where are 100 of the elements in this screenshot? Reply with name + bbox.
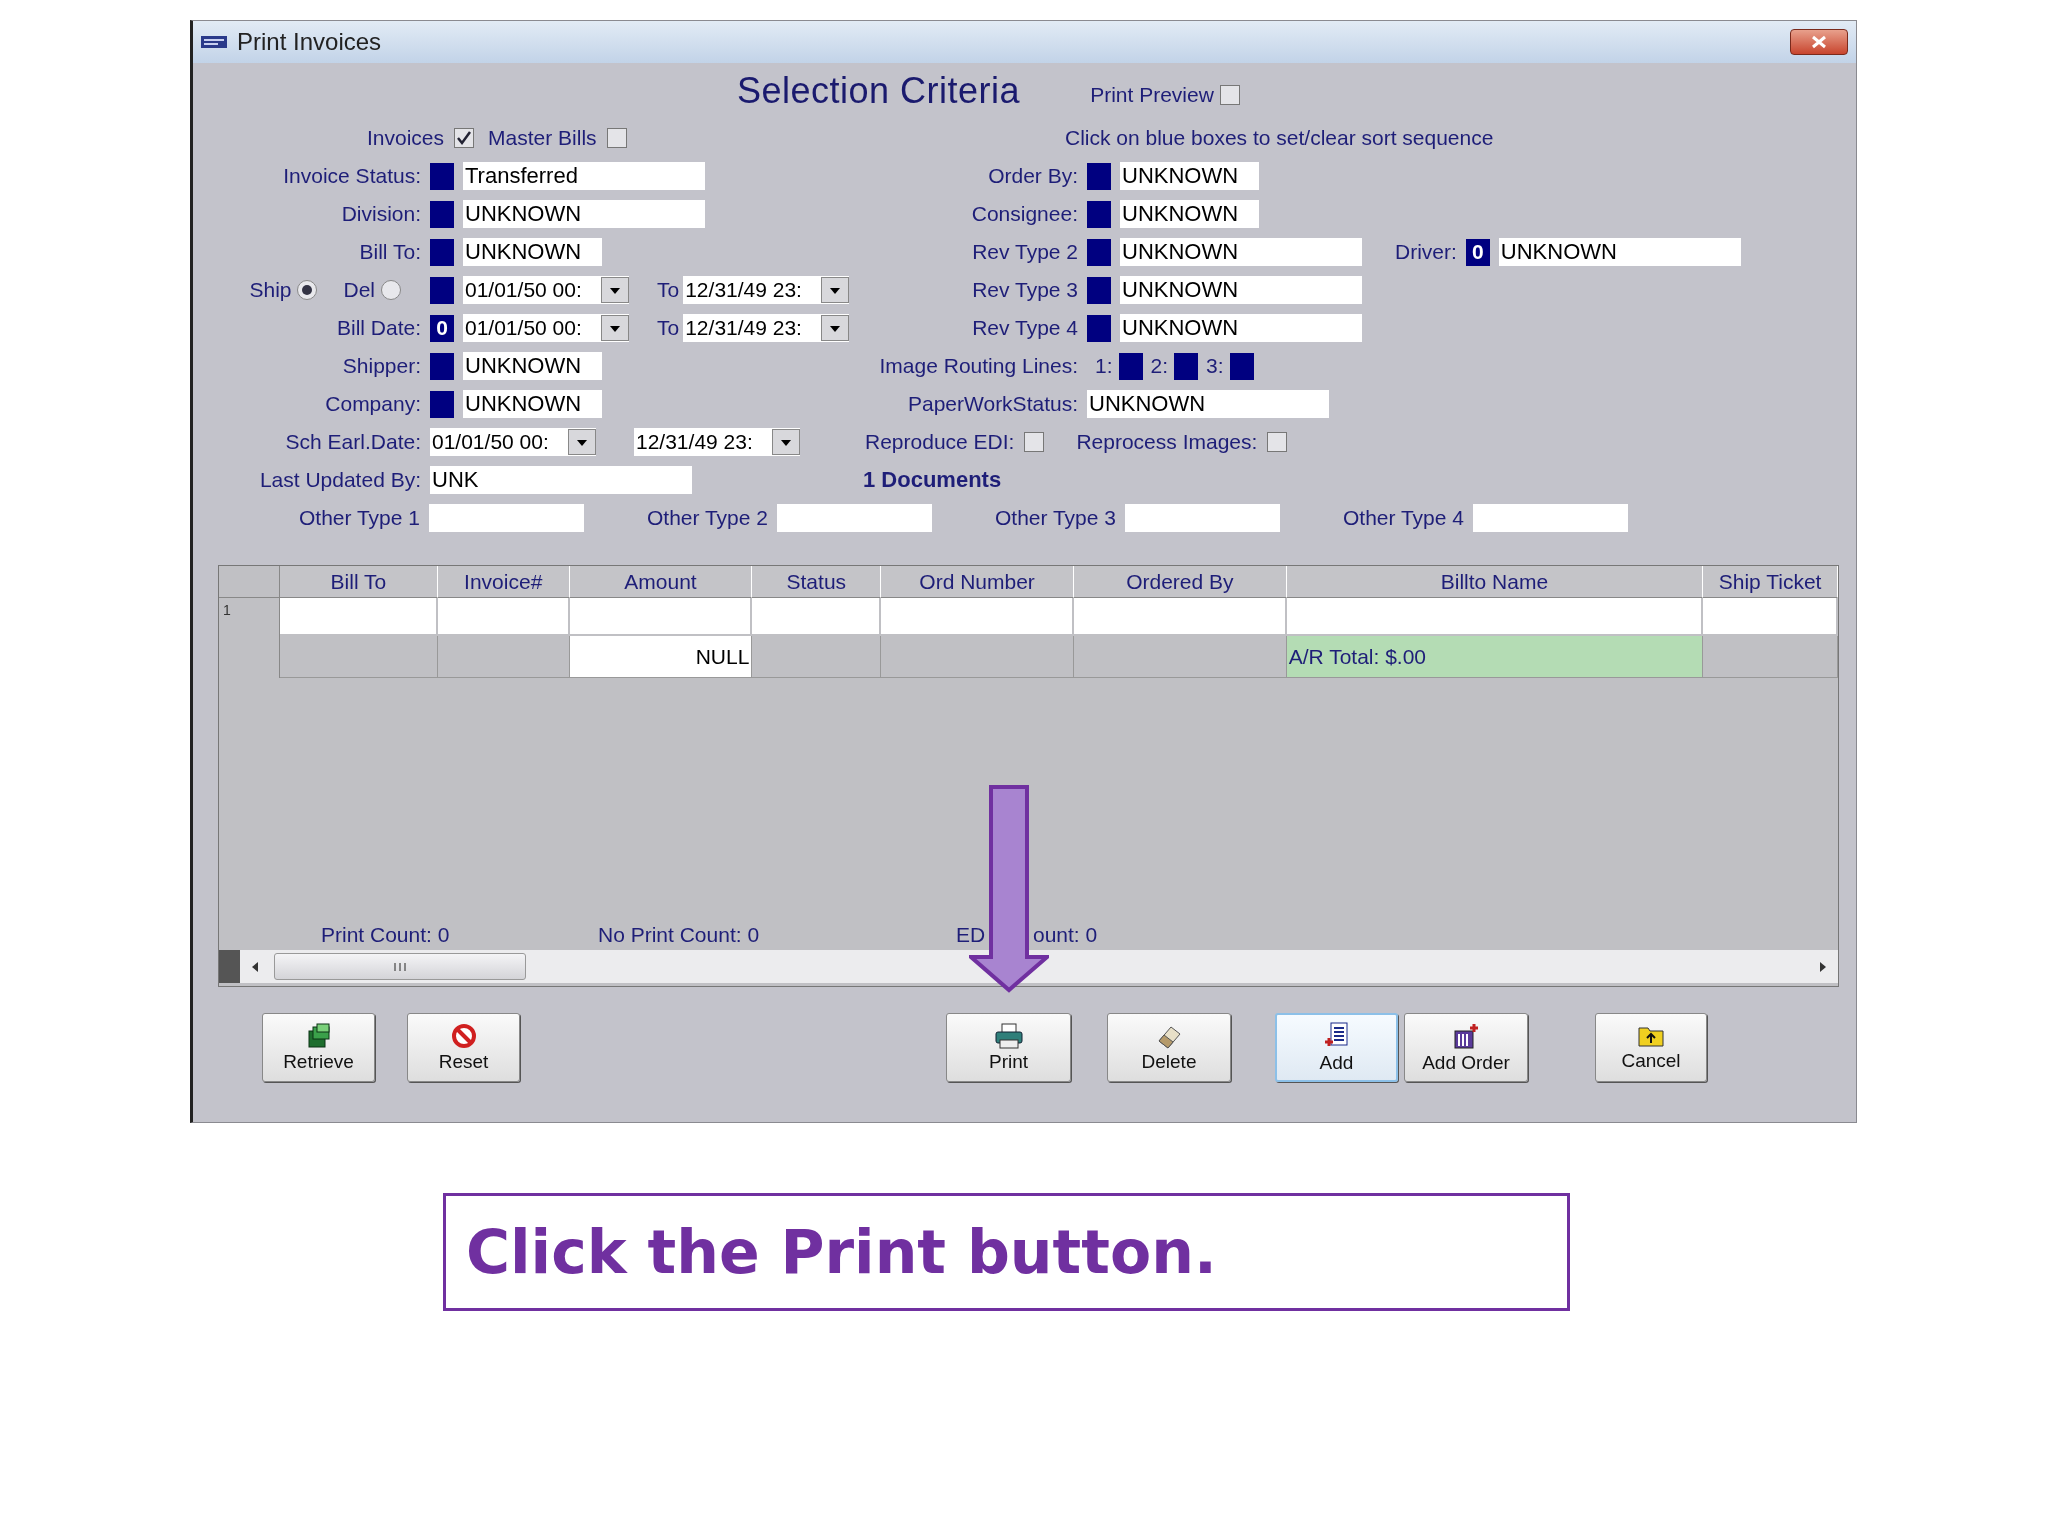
text-field[interactable]: UNKNOWN [1120,238,1362,266]
count-label: ount: 0 [1033,923,1099,947]
column-header[interactable]: Bill To [280,566,438,598]
column-header[interactable]: Ord Number [881,566,1074,598]
checkbox[interactable] [606,128,627,148]
date-field[interactable]: 01/01/50 00: [463,314,629,342]
radio-label: Ship [249,278,292,302]
reset-button[interactable]: Reset [407,1013,520,1082]
dropdown-button[interactable] [568,429,596,455]
dropdown-button[interactable] [601,315,629,341]
document-count: 1 Documents [863,467,1002,493]
checkbox[interactable] [1024,432,1045,452]
field-label: Company: [325,392,421,416]
radio-button[interactable] [297,280,318,300]
checkbox-label: Print Preview [1090,83,1214,107]
field-label: Other Type 3 [994,506,1116,530]
print-button[interactable]: Print [946,1013,1071,1082]
text-field[interactable] [1473,504,1628,532]
text-field[interactable]: UNKNOWN [1120,276,1362,304]
date-field[interactable]: 12/31/49 23: [683,314,850,342]
add-button[interactable]: Add [1275,1013,1398,1082]
caret-icon [608,323,622,333]
sort-box[interactable] [430,200,454,228]
sort-box[interactable] [430,276,454,304]
text-field[interactable]: UNKNOWN [1120,200,1259,228]
date-field[interactable]: 01/01/50 00: [463,276,629,304]
text-field[interactable]: UNKNOWN [1120,314,1362,342]
field-label: Division: [341,202,421,226]
hint-text: Click on blue boxes to set/clear sort sequence [1065,126,1494,150]
text-field[interactable]: UNKNOWN [1087,390,1329,418]
sort-box[interactable] [1087,276,1111,304]
field-label: Bill Date: [336,316,421,340]
column-header[interactable]: Status [752,566,882,598]
text-field[interactable]: Transferred [463,162,705,190]
date-field[interactable]: 01/01/50 00: [430,428,596,456]
scroll-thumb[interactable] [274,953,526,980]
column-header[interactable]: Ship Ticket [1703,566,1838,598]
checkbox[interactable] [1219,85,1240,105]
horizontal-scrollbar[interactable] [219,950,1838,983]
delete-button[interactable]: Delete [1107,1013,1231,1082]
sort-box[interactable] [430,162,454,190]
field-label: Invoice Status: [283,164,421,188]
dropdown-button[interactable] [821,277,850,303]
window-title: Print Invoices [237,28,382,56]
column-header[interactable]: Billto Name [1286,566,1704,598]
sort-box[interactable] [1087,162,1111,190]
field-label: Other Type 4 [1342,506,1464,530]
column-header[interactable]: Amount [569,566,753,598]
checkbox-label: Reprocess Images: [1076,430,1258,454]
text-field[interactable]: UNKNOWN [1120,162,1259,190]
no-entry-icon [450,1022,477,1049]
section-heading: Selection Criteria [737,70,1021,112]
text-field[interactable]: UNKNOWN [463,200,705,228]
table-cell: NULL [569,636,753,678]
text-field[interactable]: UNKNOWN [463,352,602,380]
text-field[interactable]: UNKNOWN [1498,238,1741,266]
sort-box[interactable] [430,238,454,266]
cancel-button[interactable]: Cancel [1595,1013,1707,1082]
field-label: Other Type 2 [646,506,768,530]
radio-button[interactable] [381,280,401,300]
count-label: No Print Count: 0 [598,923,761,947]
dropdown-button[interactable] [821,315,850,341]
text-field[interactable]: UNK [430,466,692,494]
sort-box[interactable] [430,352,454,380]
column-header[interactable]: Ordered By [1073,566,1287,598]
retrieve-button[interactable]: Retrieve [262,1013,375,1082]
caret-icon [608,285,622,295]
date-field[interactable]: 12/31/49 23: [634,428,800,456]
text-field[interactable] [777,504,932,532]
checkbox[interactable] [454,128,475,148]
add-order-button[interactable]: Add Order [1404,1013,1528,1082]
dropdown-button[interactable] [772,429,800,455]
printer-icon [993,1022,1024,1049]
text-field[interactable] [429,504,584,532]
sort-box[interactable] [1229,352,1254,380]
field-label: Last Updated By: [259,468,421,492]
sort-box[interactable] [1174,352,1199,380]
sort-box[interactable]: 0 [430,314,454,342]
sort-box[interactable]: 0 [1465,238,1490,266]
sort-box[interactable] [1087,238,1111,266]
caret-icon [779,437,793,447]
sort-box[interactable] [1087,314,1111,342]
close-button[interactable] [1790,29,1848,55]
field-label: To [657,278,680,302]
sort-box[interactable] [1118,352,1143,380]
count-label: Print Count: 0 [321,923,451,947]
field-label: Bill To: [359,240,421,264]
text-field[interactable]: UNKNOWN [463,238,602,266]
sort-box[interactable] [1087,200,1111,228]
checkbox[interactable] [1267,432,1288,452]
text-field[interactable] [1125,504,1280,532]
field-label: Sch Earl.Date: [285,430,421,454]
sort-box[interactable] [430,390,454,418]
box-plus-icon [1452,1021,1480,1050]
column-header[interactable]: Invoice# [437,566,570,598]
date-field[interactable]: 12/31/49 23: [683,276,850,304]
dropdown-button[interactable] [601,277,629,303]
field-label: Rev Type 2 [972,240,1078,264]
text-field[interactable]: UNKNOWN [463,390,602,418]
field-label: Consignee: [971,202,1078,226]
